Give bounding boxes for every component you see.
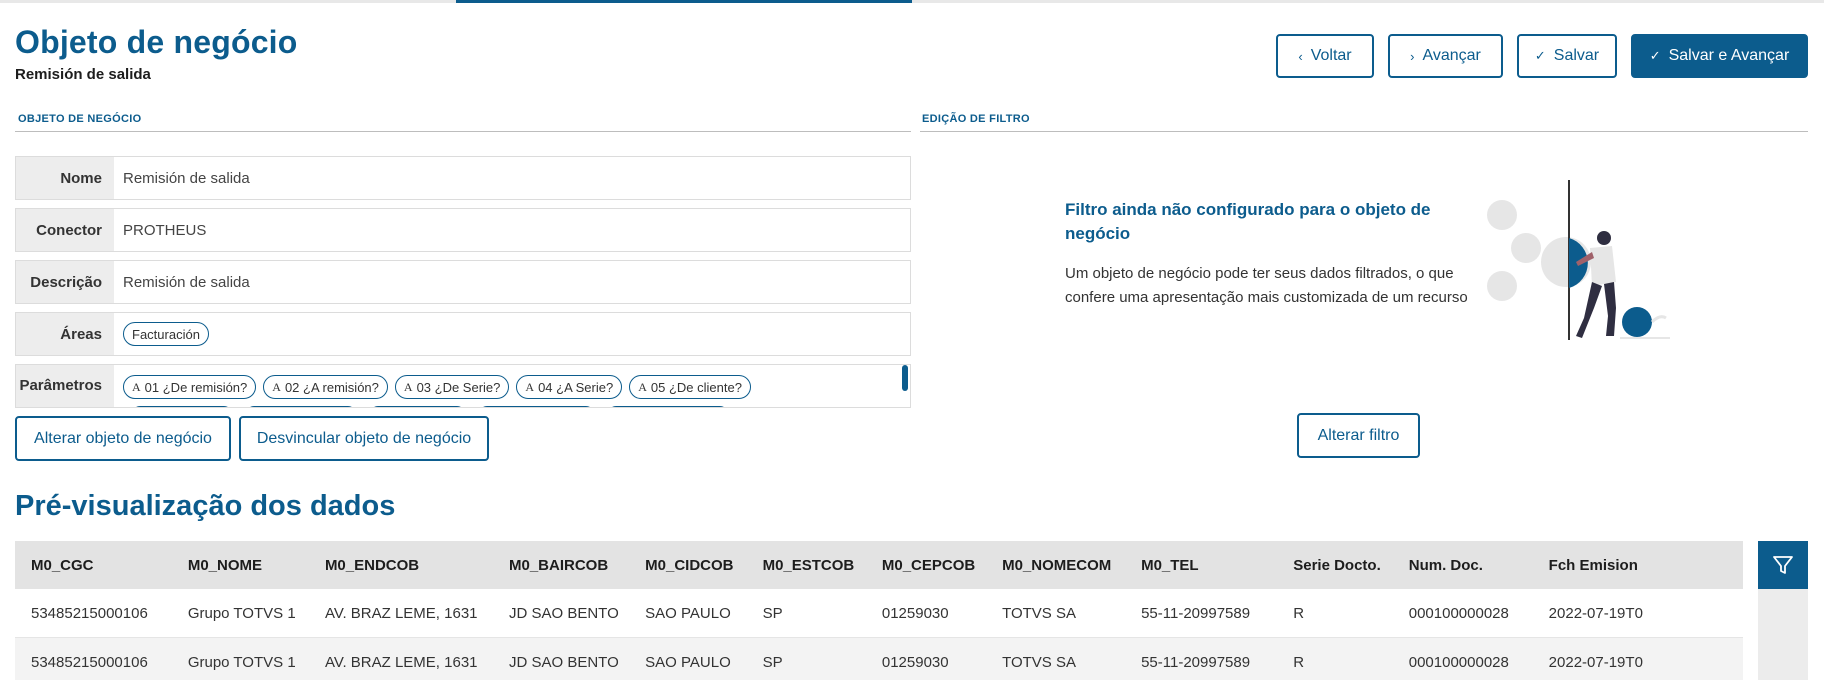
parameters-row: Parâmetros A 01 ¿De remisión? A 02 ¿A remi… [15,364,911,408]
table-cell: TOTVS SA [1002,604,1076,622]
check-icon: ✓ [1534,48,1546,63]
column-header[interactable]: M0_ENDCOB [309,557,493,574]
column-header[interactable]: M0_BAIRCOB [493,557,629,574]
parameters-scrollbar[interactable] [902,365,908,391]
connector-label: Conector [16,209,114,251]
page-title: Objeto de negócio [15,24,298,60]
column-header[interactable]: Serie Docto. [1277,557,1393,574]
name-label: Nome [16,157,114,199]
unlink-business-object-button[interactable]: Desvincular objeto de negócio [239,416,489,461]
table-cell: 55-11-20997589 [1141,604,1251,622]
table-cell: 000100000028 [1408,653,1509,671]
business-object-section-label: OBJETO DE NEGÓCIO [18,113,142,125]
column-header[interactable]: M0_TEL [1125,557,1277,574]
column-header[interactable]: M0_NOME [172,557,309,574]
table-cell: AV. BRAZ LEME, 1631 [324,604,478,622]
parameter-chip: A 05 ¿De cliente? [629,375,751,399]
table-side-panel [1758,589,1808,680]
next-button-label: Avançar [1422,47,1481,64]
connector-value: PROTHEUS [114,209,910,251]
areas-value: Facturación [114,313,910,355]
table-cell: 53485215000106 [31,604,148,622]
table-cell: AV. BRAZ LEME, 1631 [324,653,478,671]
name-row: Nome Remisión de salida [15,156,911,200]
top-progress-track [0,0,1824,3]
parameter-chip: A 03 ¿De Serie? [394,375,510,399]
areas-label: Áreas [16,313,114,355]
areas-row: Áreas Facturación [15,312,911,356]
table-header: M0_CGC M0_NOME M0_ENDCOB M0_BAIRCOB M0_C… [15,541,1743,589]
parameters-label: Parâmetros [16,365,114,407]
column-header[interactable]: Fch Emision [1533,557,1743,574]
area-chip: Facturación [123,322,209,346]
column-header[interactable]: M0_ESTCOB [747,557,866,574]
save-and-next-button-label: Salvar e Avançar [1668,47,1790,64]
preview-title: Pré-visualização dos dados [15,490,396,522]
description-value: Remisión de salida [114,261,910,303]
table-cell: 01259030 [881,604,949,622]
top-progress-active [456,0,912,3]
column-header[interactable]: M0_CIDCOB [629,557,746,574]
filter-empty-text: Um objeto de negócio pode ter seus dados… [1065,265,1468,306]
table-cell: 55-11-20997589 [1141,653,1251,671]
alter-filter-button[interactable]: Alterar filtro [1297,413,1420,458]
table-cell: SP [762,604,783,622]
connector-row: Conector PROTHEUS [15,208,911,252]
table-cell: JD SAO BENTO [509,653,619,671]
table-row[interactable]: 53485215000106 Grupo TOTVS 1 AV. BRAZ LE… [15,638,1743,680]
table-cell: 01259030 [881,653,949,671]
check-icon: ✓ [1649,48,1661,63]
next-button[interactable]: › Avançar [1388,34,1503,78]
table-cell: 2022-07-19T0 [1548,604,1643,622]
name-value: Remisión de salida [114,157,910,199]
page-subtitle: Remisión de salida [15,66,151,83]
parameter-chip: A 01 ¿De remisión? [123,375,257,399]
table-filter-button[interactable] [1758,541,1808,589]
save-button[interactable]: ✓ Salvar [1517,34,1617,78]
table-cell: 000100000028 [1408,604,1509,622]
back-button-label: Voltar [1310,47,1352,64]
chevron-left-icon: ‹ [1298,48,1303,64]
table-cell: 53485215000106 [31,653,148,671]
table-cell: SP [762,653,783,671]
table-cell: TOTVS SA [1002,653,1076,671]
table-cell: Grupo TOTVS 1 [187,604,296,622]
save-and-next-button[interactable]: ✓ Salvar e Avançar [1631,34,1808,78]
table-cell: R [1293,653,1305,671]
parameters-value[interactable]: A 01 ¿De remisión? A 02 ¿A remisión? A 03 ¿… [114,365,910,407]
column-header[interactable]: Num. Doc. [1393,557,1533,574]
person-with-balls-illustration [1487,180,1670,340]
column-header[interactable]: M0_CEPCOB [866,557,986,574]
alter-business-object-button[interactable]: Alterar objeto de negócio [15,416,231,461]
parameter-chip: A 04 ¿A Serie? [516,375,623,399]
table-cell: R [1293,604,1305,622]
filter-empty-title: Filtro ainda não configurado para o obje… [1065,200,1431,243]
table-row[interactable]: 53485215000106 Grupo TOTVS 1 AV. BRAZ LE… [15,589,1743,638]
parameter-chip: A 02 ¿A remisión? [263,375,388,399]
business-object-divider [15,131,911,132]
filter-section-label: EDIÇÃO DE FILTRO [922,113,1030,125]
table-cell: 2022-07-19T0 [1548,653,1643,671]
table-cell: JD SAO BENTO [509,604,619,622]
filter-divider [920,131,1808,132]
preview-table: M0_CGC M0_NOME M0_ENDCOB M0_BAIRCOB M0_C… [15,541,1743,680]
parameters-chip-list: A 01 ¿De remisión? A 02 ¿A remisión? A 03 ¿… [123,365,910,407]
back-button[interactable]: ‹ Voltar [1276,34,1374,78]
description-row: Descrição Remisión de salida [15,260,911,304]
column-header[interactable]: M0_CGC [15,557,172,574]
save-button-label: Salvar [1553,47,1600,64]
table-cell: SAO PAULO [645,604,731,622]
funnel-icon [1773,556,1793,574]
table-cell: Grupo TOTVS 1 [187,653,296,671]
column-header[interactable]: M0_NOMECOM [986,557,1125,574]
chevron-right-icon: › [1410,48,1415,64]
description-label: Descrição [16,261,114,303]
parameter-chips-overflow [132,406,728,407]
table-cell: SAO PAULO [645,653,731,671]
